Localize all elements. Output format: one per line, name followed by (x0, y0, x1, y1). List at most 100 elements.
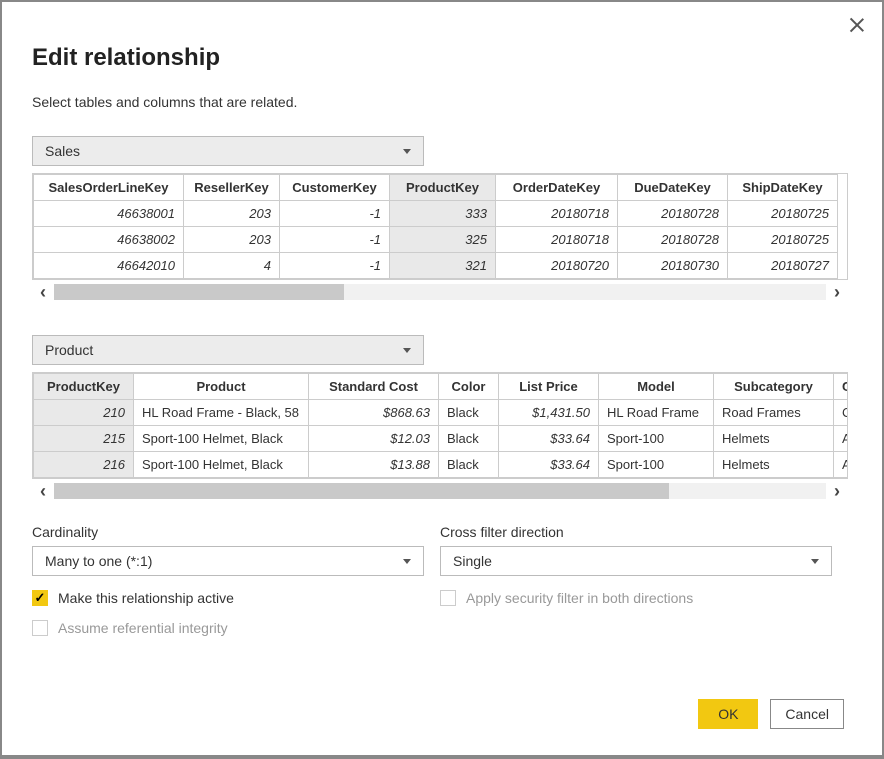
cell: Black (439, 452, 499, 478)
cell: 46638001 (34, 201, 184, 227)
scroll-right-icon[interactable]: › (826, 482, 848, 500)
table-row[interactable]: 46638001203-1333201807182018072820180725 (34, 201, 838, 227)
scroll-thumb[interactable] (54, 284, 344, 300)
cell: 20180718 (496, 227, 618, 253)
edit-relationship-dialog: Edit relationship Select tables and colu… (2, 2, 882, 755)
column-header[interactable]: Color (439, 374, 499, 400)
table1-hscroll[interactable]: ‹ › (32, 283, 848, 301)
column-header[interactable]: SalesOrderLineKey (34, 175, 184, 201)
column-header[interactable]: Subcategory (714, 374, 834, 400)
column-header[interactable]: CustomerKey (280, 175, 390, 201)
table-row[interactable]: 216Sport-100 Helmet, Black$13.88Black$33… (34, 452, 849, 478)
cell: Sport-100 (599, 452, 714, 478)
cell: 203 (184, 201, 280, 227)
chevron-down-icon (403, 149, 411, 154)
security-checkbox-label: Apply security filter in both directions (466, 590, 693, 606)
cell: HL Road Frame - Black, 58 (134, 400, 309, 426)
table-row[interactable]: 210HL Road Frame - Black, 58$868.63Black… (34, 400, 849, 426)
cell: 4 (184, 253, 280, 279)
chevron-down-icon (403, 348, 411, 353)
cell: 20180720 (496, 253, 618, 279)
cell: 333 (390, 201, 496, 227)
cell: Helmets (714, 426, 834, 452)
integrity-checkbox-label: Assume referential integrity (58, 620, 228, 636)
column-header[interactable]: ResellerKey (184, 175, 280, 201)
crossfilter-label: Cross filter direction (440, 524, 848, 540)
cell: Sport-100 (599, 426, 714, 452)
cell: 210 (34, 400, 134, 426)
cell: 203 (184, 227, 280, 253)
table-row[interactable]: 215Sport-100 Helmet, Black$12.03Black$33… (34, 426, 849, 452)
cell: $33.64 (499, 452, 599, 478)
cell: 20180730 (618, 253, 728, 279)
column-header[interactable]: DueDateKey (618, 175, 728, 201)
cell: Road Frames (714, 400, 834, 426)
active-checkbox[interactable]: ✓ (32, 590, 48, 606)
scroll-track[interactable] (54, 284, 826, 300)
cell: Access (834, 452, 849, 478)
cell: 321 (390, 253, 496, 279)
scroll-left-icon[interactable]: ‹ (32, 283, 54, 301)
cell: Black (439, 400, 499, 426)
table2-hscroll[interactable]: ‹ › (32, 482, 848, 500)
cell: $13.88 (309, 452, 439, 478)
close-icon[interactable] (848, 16, 864, 32)
integrity-checkbox (32, 620, 48, 636)
cell: Access (834, 426, 849, 452)
cell: 46638002 (34, 227, 184, 253)
column-header[interactable]: Product (134, 374, 309, 400)
cell: $868.63 (309, 400, 439, 426)
scroll-right-icon[interactable]: › (826, 283, 848, 301)
dialog-title: Edit relationship (32, 44, 852, 72)
column-header[interactable]: ShipDateKey (728, 175, 838, 201)
cell: $1,431.50 (499, 400, 599, 426)
table-row[interactable]: 46638002203-1325201807182018072820180725 (34, 227, 838, 253)
chevron-down-icon (811, 559, 819, 564)
column-header[interactable]: Model (599, 374, 714, 400)
table2-select-value: Product (45, 342, 93, 358)
column-header[interactable]: ProductKey (34, 374, 134, 400)
cell: 20180725 (728, 201, 838, 227)
cell: Sport-100 Helmet, Black (134, 426, 309, 452)
cell: 20180728 (618, 227, 728, 253)
table2-select[interactable]: Product (32, 335, 424, 365)
cell: 20180718 (496, 201, 618, 227)
scroll-thumb[interactable] (54, 483, 669, 499)
cell: 216 (34, 452, 134, 478)
chevron-down-icon (403, 559, 411, 564)
cell: 20180727 (728, 253, 838, 279)
column-header[interactable]: ProductKey (390, 175, 496, 201)
table1-select[interactable]: Sales (32, 136, 424, 166)
cell: Sport-100 Helmet, Black (134, 452, 309, 478)
scroll-track[interactable] (54, 483, 826, 499)
cell: -1 (280, 227, 390, 253)
column-header[interactable]: Category (834, 374, 849, 400)
cell: $12.03 (309, 426, 439, 452)
cell: Compo (834, 400, 849, 426)
cell: -1 (280, 253, 390, 279)
security-checkbox (440, 590, 456, 606)
table-row[interactable]: 466420104-1321201807202018073020180727 (34, 253, 838, 279)
cancel-button[interactable]: Cancel (770, 699, 844, 729)
cell: -1 (280, 201, 390, 227)
table2-grid: ProductKeyProductStandard CostColorList … (32, 372, 848, 479)
crossfilter-value: Single (453, 553, 492, 569)
cardinality-select[interactable]: Many to one (*:1) (32, 546, 424, 576)
cell: $33.64 (499, 426, 599, 452)
scroll-left-icon[interactable]: ‹ (32, 482, 54, 500)
cell: 20180725 (728, 227, 838, 253)
cell: 325 (390, 227, 496, 253)
cardinality-value: Many to one (*:1) (45, 553, 152, 569)
active-checkbox-label: Make this relationship active (58, 590, 234, 606)
table1-grid: SalesOrderLineKeyResellerKeyCustomerKeyP… (32, 173, 848, 280)
column-header[interactable]: List Price (499, 374, 599, 400)
cell: HL Road Frame (599, 400, 714, 426)
crossfilter-select[interactable]: Single (440, 546, 832, 576)
cell: 46642010 (34, 253, 184, 279)
cell: Black (439, 426, 499, 452)
ok-button[interactable]: OK (698, 699, 758, 729)
cell: Helmets (714, 452, 834, 478)
table1-select-value: Sales (45, 143, 80, 159)
column-header[interactable]: OrderDateKey (496, 175, 618, 201)
column-header[interactable]: Standard Cost (309, 374, 439, 400)
